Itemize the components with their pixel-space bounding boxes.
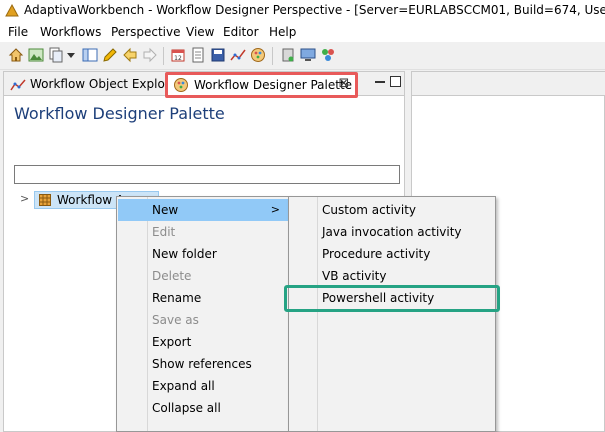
filter-input[interactable] xyxy=(14,165,400,184)
context-menu-item-expand-all[interactable]: Expand all xyxy=(118,375,288,397)
menu-item-label: New folder xyxy=(152,247,217,261)
minimize-icon[interactable] xyxy=(374,76,386,88)
pencil-icon[interactable] xyxy=(102,47,118,63)
submenu-item-java-invocation-activity[interactable]: Java invocation activity xyxy=(290,221,494,243)
server-icon[interactable] xyxy=(280,47,296,63)
page-title: Workflow Designer Palette xyxy=(14,104,225,123)
forward-icon[interactable] xyxy=(142,47,158,63)
menu-perspective[interactable]: Perspective xyxy=(111,25,181,39)
document-icon[interactable] xyxy=(190,47,206,63)
back-icon[interactable] xyxy=(122,47,138,63)
menu-editor[interactable]: Editor xyxy=(223,25,259,39)
context-menu: New > Edit New folder Delete Rename Save… xyxy=(116,196,290,432)
copy-icon[interactable] xyxy=(48,47,64,63)
editor-tab-bar xyxy=(412,72,605,96)
chart-icon[interactable] xyxy=(230,47,246,63)
menu-help[interactable]: Help xyxy=(269,25,296,39)
view-tab-bar: Workflow Object Explorer Workflow Design… xyxy=(4,72,404,98)
app-icon xyxy=(5,4,19,17)
menu-view[interactable]: View xyxy=(186,25,214,39)
menu-item-label: Collapse all xyxy=(152,401,221,415)
context-menu-item-collapse-all[interactable]: Collapse all xyxy=(118,397,288,419)
menu-item-label: Procedure activity xyxy=(322,247,431,261)
menu-item-label: VB activity xyxy=(322,269,387,283)
menu-bar: File Workflows Perspective View Editor H… xyxy=(0,22,605,42)
home-icon[interactable] xyxy=(8,47,24,63)
context-menu-item-show-references[interactable]: Show references xyxy=(118,353,288,375)
context-menu-item-delete: Delete xyxy=(118,265,288,287)
menu-item-label: Delete xyxy=(152,269,192,283)
context-menu-item-save-as: Save as xyxy=(118,309,288,331)
submenu-item-procedure-activity[interactable]: Procedure activity xyxy=(290,243,494,265)
palette-icon[interactable] xyxy=(250,47,266,63)
menu-item-label: Java invocation activity xyxy=(322,225,462,239)
submenu-arrow-icon: > xyxy=(270,203,280,216)
highlight-annotation xyxy=(284,285,500,312)
context-menu-item-edit: Edit xyxy=(118,221,288,243)
menu-item-label: Save as xyxy=(152,313,199,327)
chevron-right-icon[interactable]: > xyxy=(20,193,29,204)
new-submenu: Custom activity Java invocation activity… xyxy=(288,196,496,432)
title-bar: AdaptivaWorkbench - Workflow Designer Pe… xyxy=(0,0,605,22)
network-icon[interactable] xyxy=(320,47,336,63)
explorer-icon xyxy=(10,79,26,91)
tab-workflow-object-explorer[interactable]: Workflow Object Explorer xyxy=(6,74,182,96)
calendar-icon[interactable]: 12 xyxy=(170,47,186,63)
panel-icon[interactable] xyxy=(82,47,98,63)
menu-item-label: Custom activity xyxy=(322,203,417,217)
grid-icon xyxy=(39,194,51,206)
toolbar: 12 xyxy=(0,42,605,70)
tab-explorer-label: Workflow Object Explorer xyxy=(30,77,182,91)
context-menu-item-new[interactable]: New > xyxy=(118,199,288,221)
image-icon[interactable] xyxy=(28,47,44,63)
tab-palette-label: Workflow Designer Palette xyxy=(194,78,353,92)
menu-item-label: Edit xyxy=(152,225,176,239)
tree-node-label: Workflow A xyxy=(57,193,125,207)
dropdown-icon[interactable] xyxy=(66,47,76,63)
maximize-icon[interactable] xyxy=(390,76,401,87)
close-icon[interactable]: ⊠ xyxy=(337,77,351,91)
menu-item-label: Rename xyxy=(152,291,202,305)
svg-text:12: 12 xyxy=(174,55,182,62)
context-menu-item-rename[interactable]: Rename xyxy=(118,287,288,309)
window-title: AdaptivaWorkbench - Workflow Designer Pe… xyxy=(24,3,605,17)
context-menu-item-export[interactable]: Export xyxy=(118,331,288,353)
context-menu-item-new-folder[interactable]: New folder xyxy=(118,243,288,265)
submenu-item-custom-activity[interactable]: Custom activity xyxy=(290,199,494,221)
menu-item-label: Expand all xyxy=(152,379,215,393)
menu-workflows[interactable]: Workflows xyxy=(40,25,101,39)
menu-item-label: Show references xyxy=(152,357,252,371)
submenu-item-vb-activity[interactable]: VB activity xyxy=(290,265,494,287)
tab-workflow-designer-palette[interactable]: Workflow Designer Palette ⊠ xyxy=(165,72,358,98)
application-window: AdaptivaWorkbench - Workflow Designer Pe… xyxy=(0,0,605,432)
computer-icon[interactable] xyxy=(300,47,316,63)
menu-item-label: Export xyxy=(152,335,192,349)
menu-item-label: New xyxy=(152,203,179,217)
menu-file[interactable]: File xyxy=(8,25,28,39)
save-icon[interactable] xyxy=(210,47,226,63)
palette-icon xyxy=(174,78,188,92)
